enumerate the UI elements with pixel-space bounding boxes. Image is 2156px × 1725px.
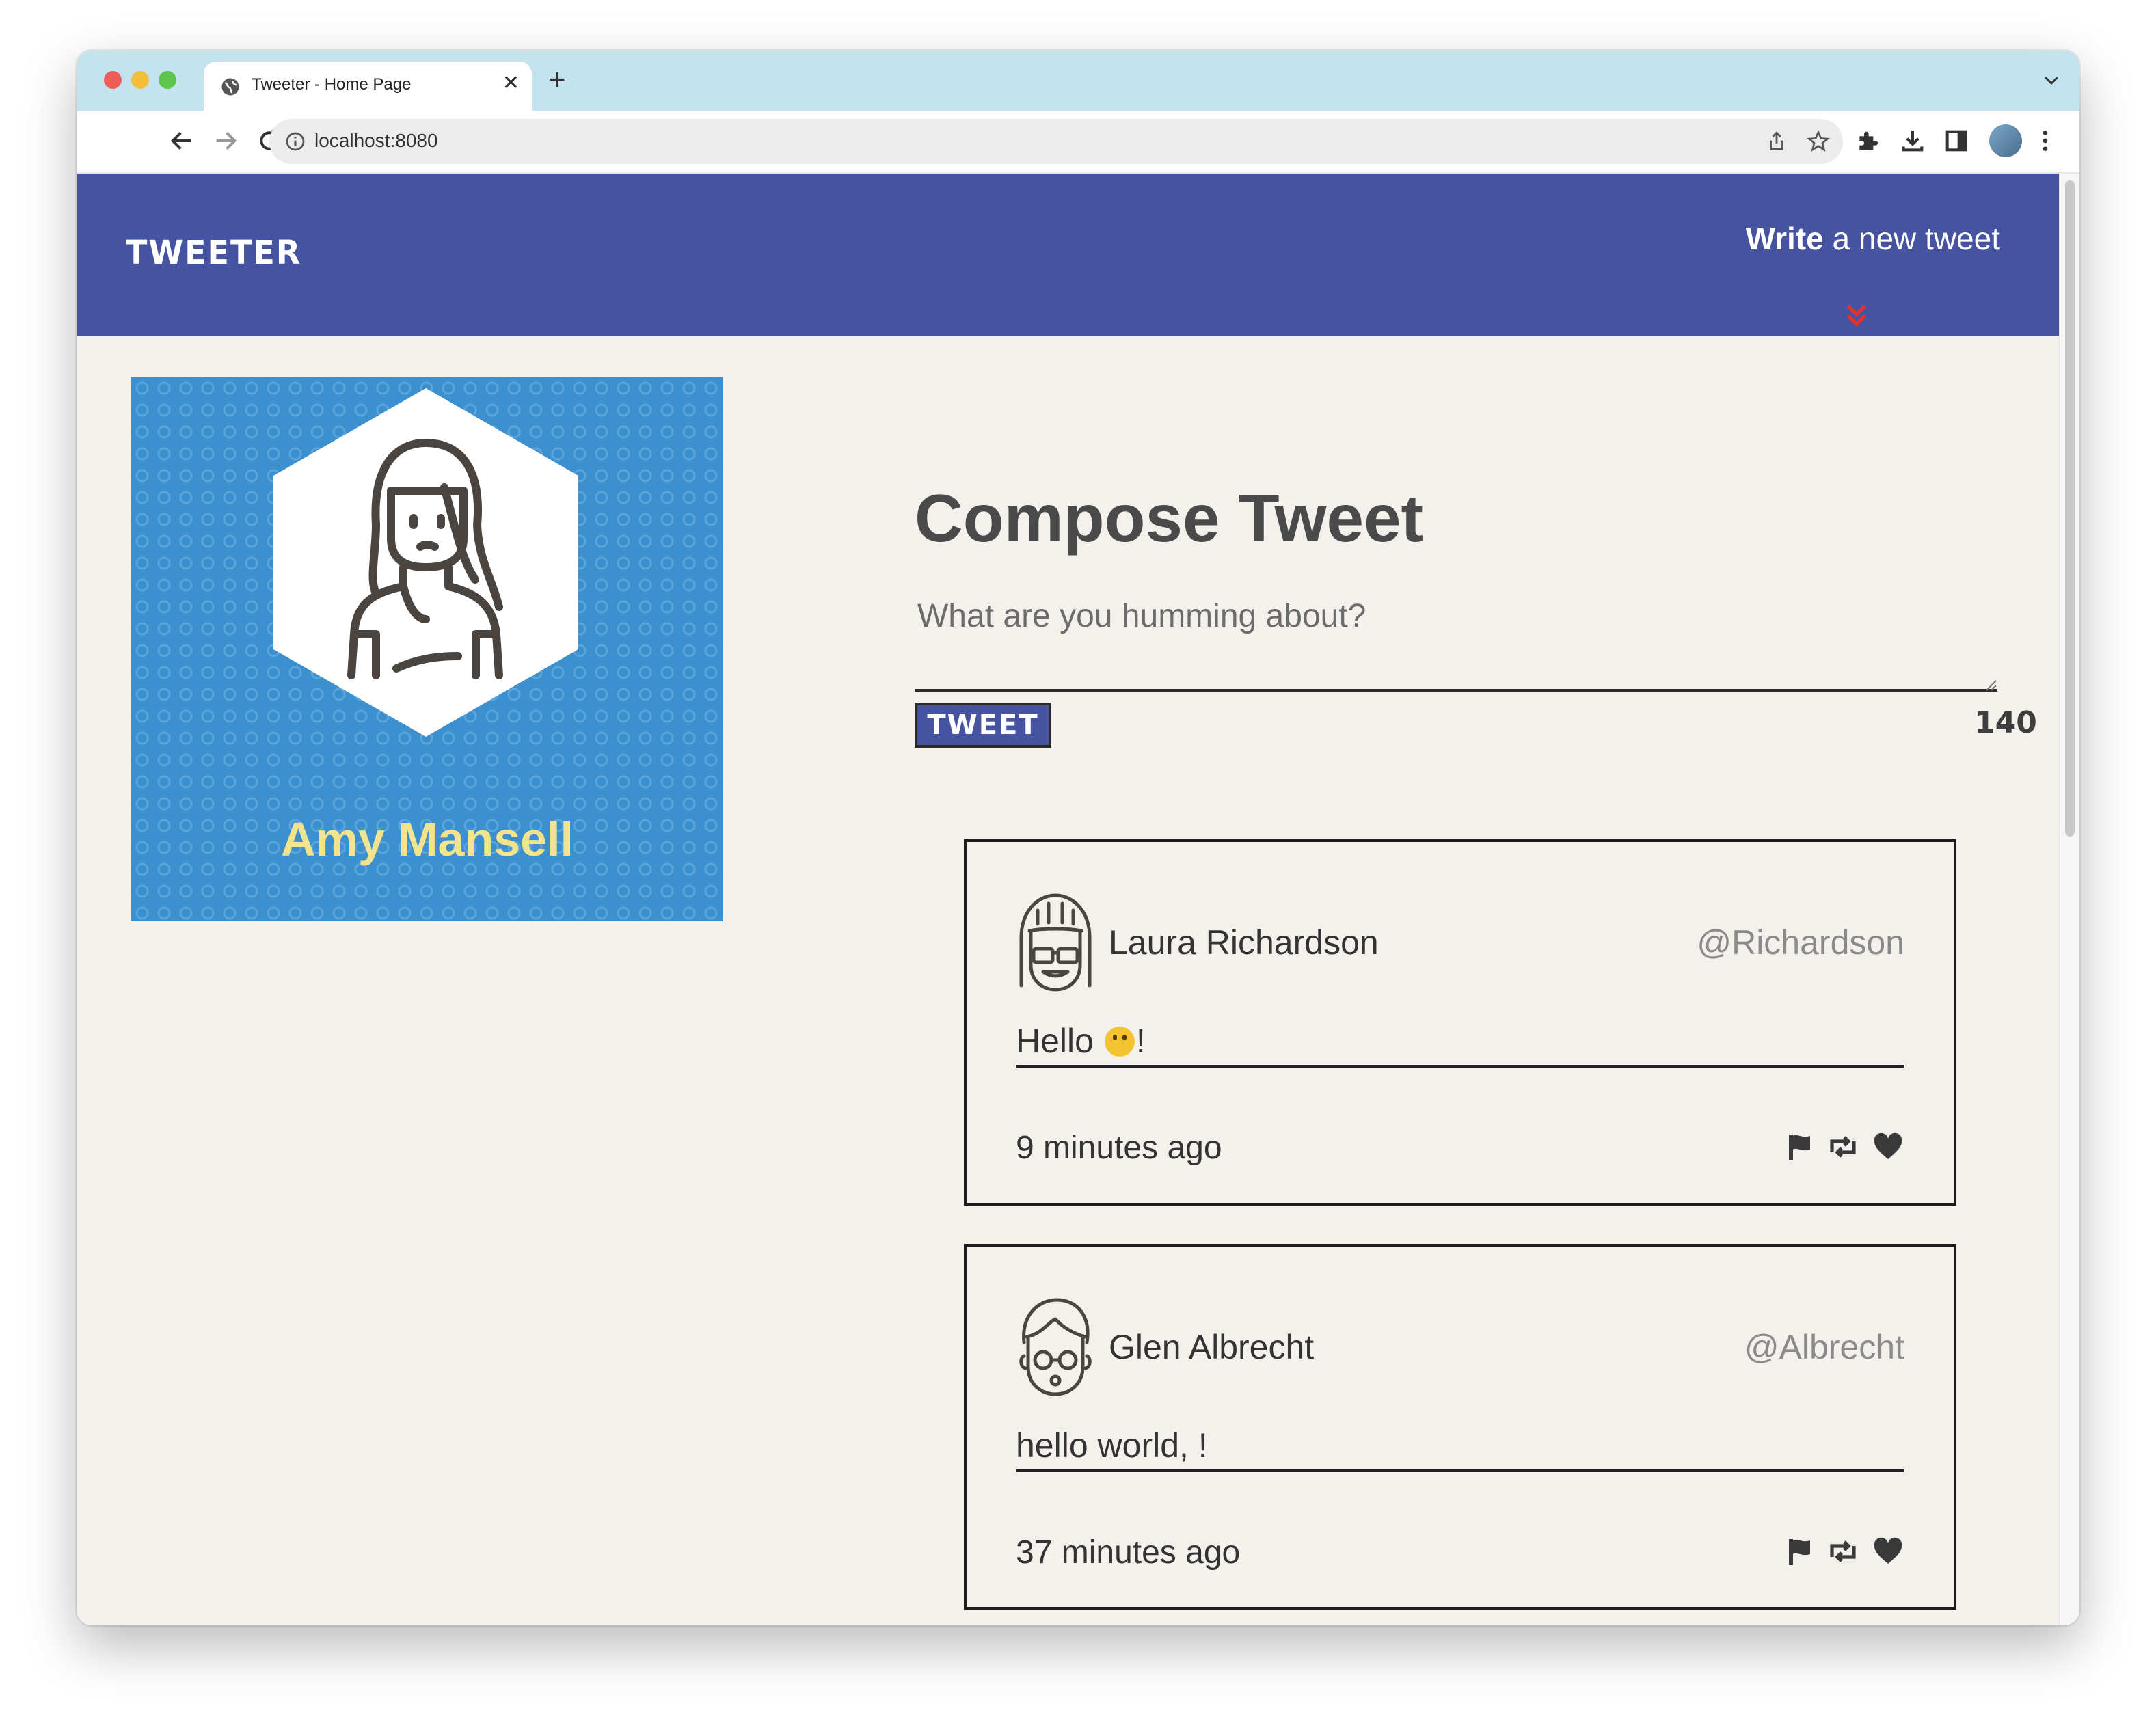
close-window-button[interactable] (104, 71, 122, 89)
download-icon[interactable] (1899, 127, 1926, 154)
write-label-rest: a new tweet (1823, 221, 2001, 256)
retweet-icon[interactable] (1827, 1535, 1859, 1568)
tweet-card: Glen Albrecht @Albrecht hello world, ! 3… (964, 1244, 1956, 1610)
tab-close-icon[interactable]: ✕ (502, 71, 520, 95)
page-viewport: TWEETER Write a new tweet Amy Mansell Co… (77, 174, 2059, 1625)
flag-icon[interactable] (1784, 1130, 1817, 1163)
browser-tab[interactable]: Tweeter - Home Page ✕ (204, 62, 532, 111)
tweet-author-name: Laura Richardson (1109, 923, 1379, 962)
new-tab-button[interactable]: + (548, 63, 566, 97)
globe-icon (221, 78, 239, 96)
user-profile-card: Amy Mansell (131, 377, 723, 921)
grinning-face-icon (1104, 1027, 1135, 1057)
tweet-author-handle[interactable]: @Albrecht (1744, 1327, 1904, 1367)
write-label-bold: Write (1745, 221, 1824, 256)
address-bar[interactable]: localhost:8080 (269, 119, 1843, 164)
chevron-down-icon[interactable] (2041, 70, 2062, 90)
tweet-author-avatar (1019, 1298, 1092, 1396)
user-avatar (273, 388, 578, 737)
tweet-content: hello world, ! (1016, 1426, 1904, 1472)
profile-name: Amy Mansell (281, 813, 574, 866)
more-menu-icon[interactable] (2032, 127, 2059, 154)
tweet-author-avatar (1019, 893, 1092, 992)
brand-logo[interactable]: TWEETER (126, 233, 301, 272)
tweet-timestamp: 37 minutes ago (1016, 1534, 1241, 1571)
share-icon[interactable] (1765, 130, 1788, 153)
maximize-window-button[interactable] (159, 71, 176, 89)
page-scrollbar[interactable] (2059, 174, 2079, 1625)
info-icon[interactable] (284, 131, 306, 152)
tweet-author-handle[interactable]: @Richardson (1697, 923, 1904, 962)
extensions-puzzle-icon[interactable] (1854, 127, 1881, 154)
compose-tweet-input[interactable] (915, 597, 1997, 692)
bookmark-star-icon[interactable] (1806, 129, 1831, 154)
minimize-window-button[interactable] (131, 71, 149, 89)
double-chevron-down-icon[interactable] (1840, 299, 1873, 332)
heart-icon[interactable] (1872, 1535, 1904, 1568)
tweet-actions (1784, 1534, 1904, 1569)
tweet-text-end: ! (1135, 1022, 1146, 1060)
tweet-content: Hello ! (1016, 1021, 1904, 1068)
browser-window: Tweeter - Home Page ✕ + localhost:8080 T… (77, 51, 2079, 1625)
tweet-author-name: Glen Albrecht (1109, 1328, 1315, 1366)
app-navbar: TWEETER Write a new tweet (77, 174, 2059, 336)
scrollbar-thumb[interactable] (2065, 180, 2075, 837)
flag-icon[interactable] (1784, 1535, 1817, 1568)
tweet-actions (1784, 1129, 1904, 1165)
url-text: localhost:8080 (314, 130, 438, 151)
heart-icon[interactable] (1872, 1130, 1904, 1163)
tweet-text: Hello (1016, 1022, 1103, 1060)
tab-strip: Tweeter - Home Page ✕ + (77, 51, 2079, 111)
forward-arrow-icon[interactable] (212, 127, 239, 154)
tab-title: Tweeter - Home Page (252, 75, 412, 94)
write-new-tweet-link[interactable]: Write a new tweet (1746, 220, 2000, 257)
back-arrow-icon[interactable] (168, 127, 196, 154)
resize-grip-icon[interactable] (1984, 678, 1997, 692)
character-counter: 140 (1974, 705, 2037, 740)
tweet-card: Laura Richardson @Richardson Hello ! 9 m… (964, 839, 1956, 1206)
retweet-icon[interactable] (1827, 1130, 1859, 1163)
compose-title: Compose Tweet (915, 480, 1424, 556)
tweet-timestamp: 9 minutes ago (1016, 1130, 1222, 1166)
browser-toolbar: localhost:8080 (77, 111, 2079, 174)
profile-avatar[interactable] (1989, 124, 2022, 157)
tweet-submit-button[interactable]: TWEET (915, 703, 1051, 748)
side-panel-icon[interactable] (1943, 127, 1970, 154)
